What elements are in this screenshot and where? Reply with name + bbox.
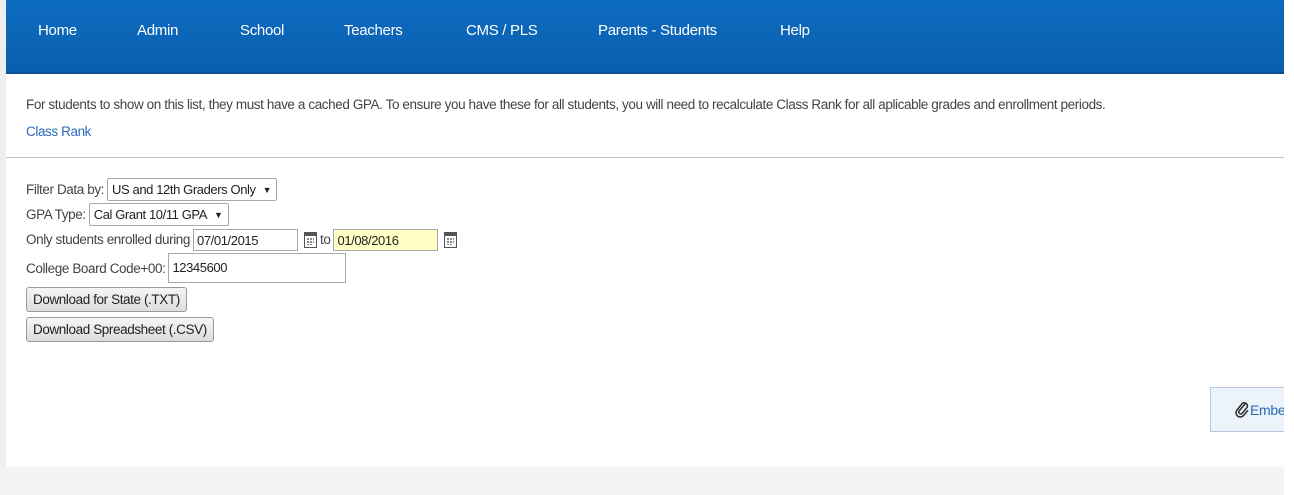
college-code-label: College Board Code+00: [26, 260, 166, 276]
college-code-input[interactable]: 12345600 [168, 253, 347, 283]
nav-item-cms-pls[interactable]: CMS / PLS [466, 22, 538, 39]
top-navigation: Home Admin School Teachers CMS / PLS Par… [6, 0, 1284, 74]
download-state-row: Download for State (.TXT) [26, 284, 460, 314]
paperclip-icon [1235, 401, 1249, 418]
enrollment-label: Only students enrolled during [26, 232, 191, 247]
dropdown-arrow-icon: ▼ [214, 209, 223, 220]
enrollment-row: Only students enrolled during 07/01/2015… [26, 227, 460, 252]
nav-item-admin[interactable]: Admin [137, 22, 178, 39]
notice-section: For students to show on this list, they … [26, 96, 1106, 139]
start-date-input[interactable]: 07/01/2015 [193, 228, 299, 251]
dropdown-arrow-icon: ▼ [262, 184, 272, 195]
embed-label: Embe [1250, 401, 1286, 418]
college-code-row: College Board Code+00: 12345600 [26, 252, 460, 284]
left-margin [0, 0, 6, 495]
filter-select-value: US and 12th Graders Only [112, 182, 256, 197]
download-state-button[interactable]: Download for State (.TXT) [26, 286, 187, 312]
filter-select[interactable]: US and 12th Graders Only ▼ [107, 178, 278, 201]
export-form: Filter Data by: US and 12th Graders Only… [26, 177, 460, 344]
gpa-type-row: GPA Type: Cal Grant 10/11 GPA ▼ [26, 202, 460, 227]
right-margin [1284, 0, 1294, 495]
filter-row: Filter Data by: US and 12th Graders Only… [26, 177, 460, 202]
filter-label: Filter Data by: [26, 182, 105, 197]
end-date-calendar-icon[interactable] [444, 231, 458, 248]
notice-text: For students to show on this list, they … [26, 97, 1106, 112]
divider [6, 157, 1284, 158]
gpa-type-label: GPA Type: [26, 207, 86, 222]
page: Home Admin School Teachers CMS / PLS Par… [0, 0, 1294, 495]
bottom-margin [0, 467, 1294, 495]
start-date-calendar-icon[interactable] [304, 231, 318, 248]
download-csv-button[interactable]: Download Spreadsheet (.CSV) [26, 316, 214, 342]
to-label: to [320, 232, 331, 247]
class-rank-link[interactable]: Class Rank [26, 124, 91, 139]
nav-item-help[interactable]: Help [780, 22, 810, 39]
nav-item-home[interactable]: Home [38, 22, 77, 39]
nav-item-teachers[interactable]: Teachers [344, 22, 403, 39]
nav-item-parents-students[interactable]: Parents - Students [598, 22, 717, 39]
embed-button[interactable]: Embe [1210, 387, 1290, 432]
end-date-input[interactable]: 01/08/2016 [333, 228, 439, 251]
download-csv-row: Download Spreadsheet (.CSV) [26, 314, 460, 344]
nav-item-school[interactable]: School [240, 22, 284, 39]
gpa-type-select[interactable]: Cal Grant 10/11 GPA ▼ [88, 203, 229, 226]
gpa-type-select-value: Cal Grant 10/11 GPA [93, 207, 208, 222]
